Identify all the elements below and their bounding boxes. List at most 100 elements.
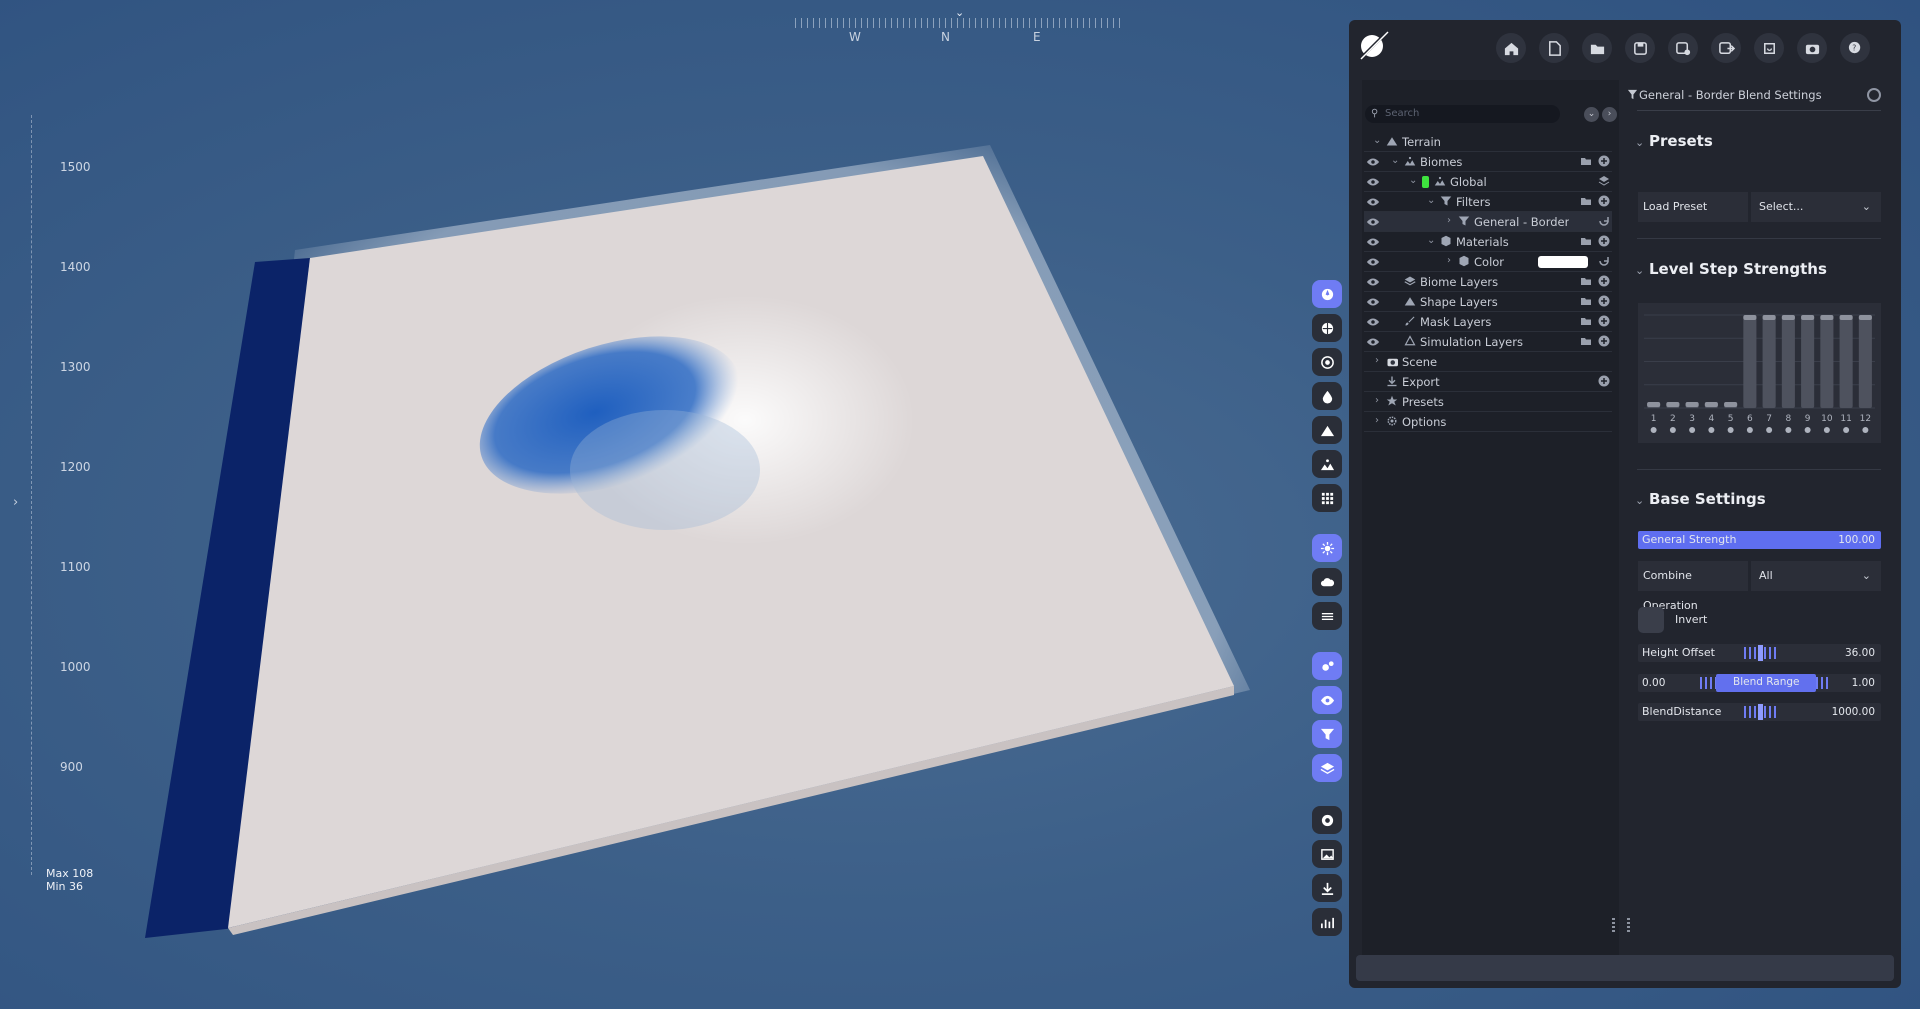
preset-select[interactable]: Select... ⌄	[1751, 192, 1881, 222]
collapse-all-icon[interactable]: ⌄	[1584, 107, 1599, 122]
slider-thumb[interactable]	[1758, 704, 1763, 720]
add-icon[interactable]	[1598, 315, 1610, 327]
level-step-chart[interactable]: 1 2 3 4 5 6 7 8 9 10 11 12	[1638, 303, 1881, 443]
add-icon[interactable]	[1598, 375, 1610, 387]
chevron-right-icon[interactable]: ›	[1447, 215, 1451, 226]
tree-item-shape-layers[interactable]: Shape Layers	[1364, 292, 1612, 312]
open-folder-button[interactable]	[1582, 33, 1612, 63]
tree-item-biomes[interactable]: ⌄ Biomes	[1364, 152, 1612, 172]
refresh-button[interactable]	[1754, 33, 1784, 63]
chart-bar-cap-1[interactable]	[1647, 402, 1661, 407]
tree-item-options[interactable]: › Options	[1364, 412, 1612, 432]
visibility-eye-icon[interactable]	[1366, 276, 1380, 288]
compass-tool-button[interactable]	[1312, 280, 1342, 308]
visibility-eye-icon[interactable]	[1366, 236, 1380, 248]
chart-bar-cap-2[interactable]	[1666, 402, 1680, 407]
visibility-eye-icon[interactable]	[1366, 336, 1380, 348]
image-tool-button[interactable]	[1312, 840, 1342, 868]
chart-bar-cap-7[interactable]	[1762, 315, 1776, 320]
tree-item-simulation-layers[interactable]: Simulation Layers	[1364, 332, 1612, 352]
chevron-down-icon[interactable]: ⌄	[1427, 235, 1435, 246]
chevron-down-icon[interactable]: ⌄	[1373, 135, 1381, 146]
chart-bar-step-12[interactable]	[1858, 315, 1872, 408]
layers-icon[interactable]	[1598, 175, 1610, 187]
gears-tool-button[interactable]	[1312, 652, 1342, 680]
color-swatch[interactable]	[1538, 256, 1588, 268]
grid-tool-button[interactable]	[1312, 484, 1342, 512]
chevron-right-icon[interactable]: ›	[1375, 395, 1379, 406]
visibility-eye-icon[interactable]	[1366, 256, 1380, 268]
folder-icon[interactable]	[1580, 155, 1592, 167]
chevron-right-icon[interactable]: ›	[1375, 355, 1379, 366]
chart-bar-cap-11[interactable]	[1839, 315, 1853, 320]
stats-tool-button[interactable]	[1312, 908, 1342, 936]
chart-bar-step-6[interactable]	[1743, 315, 1757, 408]
visibility-eye-icon[interactable]	[1366, 156, 1380, 168]
tree-item-presets[interactable]: › Presets	[1364, 392, 1612, 412]
camera-button[interactable]	[1797, 33, 1827, 63]
chevron-down-icon[interactable]: ⌄	[1635, 136, 1644, 149]
chart-bar-step-8[interactable]	[1781, 315, 1795, 408]
folder-icon[interactable]	[1580, 295, 1592, 307]
blend-range-slider[interactable]: 0.00 Blend Range 1.00	[1638, 674, 1881, 692]
eye-tool-button[interactable]	[1312, 686, 1342, 714]
tree-item-filters[interactable]: ⌄ Filters	[1364, 192, 1612, 212]
add-icon[interactable]	[1598, 295, 1610, 307]
landscape-tool-button[interactable]	[1312, 450, 1342, 478]
add-icon[interactable]	[1598, 335, 1610, 347]
slider-thumb[interactable]	[1758, 645, 1763, 661]
add-icon[interactable]	[1598, 275, 1610, 287]
filter-tool-button[interactable]	[1312, 720, 1342, 748]
settings-gear-icon[interactable]	[1867, 88, 1881, 102]
resize-grip-icon[interactable]	[1612, 918, 1615, 932]
folder-icon[interactable]	[1580, 315, 1592, 327]
visibility-eye-icon[interactable]	[1366, 216, 1380, 228]
resize-grip-icon[interactable]	[1627, 918, 1630, 932]
tree-item-biome-layers[interactable]: Biome Layers	[1364, 272, 1612, 292]
tree-item-scene[interactable]: › Scene	[1364, 352, 1612, 372]
chart-bar-step-9[interactable]	[1801, 315, 1815, 408]
chart-bar-cap-6[interactable]	[1743, 315, 1757, 320]
chart-bar-cap-8[interactable]	[1781, 315, 1795, 320]
blend-distance-slider[interactable]: BlendDistance 1000.00	[1638, 703, 1881, 721]
tree-item-materials[interactable]: ⌄ Materials	[1364, 232, 1612, 252]
chart-bar-cap-9[interactable]	[1801, 315, 1815, 320]
left-panel-expand-icon[interactable]: ›	[13, 495, 18, 510]
chart-bar-step-7[interactable]	[1762, 315, 1776, 408]
home-button[interactable]	[1496, 33, 1526, 63]
refresh-icon[interactable]	[1598, 255, 1610, 267]
add-icon[interactable]	[1598, 195, 1610, 207]
save-button[interactable]	[1625, 33, 1655, 63]
folder-icon[interactable]	[1580, 335, 1592, 347]
expand-all-icon[interactable]: ›	[1602, 107, 1617, 122]
tree-item-color[interactable]: › Color	[1364, 252, 1612, 272]
wind-tool-button[interactable]	[1312, 602, 1342, 630]
chart-bar-step-11[interactable]	[1839, 315, 1853, 408]
base-settings-section-title[interactable]: Base Settings	[1649, 490, 1766, 508]
cloud-tool-button[interactable]	[1312, 568, 1342, 596]
chevron-down-icon[interactable]: ⌄	[1635, 264, 1644, 277]
chevron-down-icon[interactable]: ⌄	[1427, 195, 1435, 206]
general-strength-slider[interactable]: General Strength 100.00	[1638, 531, 1881, 549]
chevron-down-icon[interactable]: ⌄	[1409, 175, 1417, 186]
tree-item-general-border-blend[interactable]: › General - Border Blend	[1364, 212, 1612, 232]
status-bar[interactable]	[1356, 955, 1894, 981]
combine-operation-select[interactable]: All ⌄	[1751, 561, 1881, 591]
chart-bar-cap-10[interactable]	[1820, 315, 1834, 320]
visibility-eye-icon[interactable]	[1366, 296, 1380, 308]
refresh-icon[interactable]	[1598, 215, 1610, 227]
mountain-tool-button[interactable]	[1312, 416, 1342, 444]
folder-icon[interactable]	[1580, 195, 1592, 207]
record-tool-button[interactable]	[1312, 806, 1342, 834]
chart-bar-cap-12[interactable]	[1858, 315, 1872, 320]
globe-tool-button[interactable]	[1312, 314, 1342, 342]
chart-bar-cap-5[interactable]	[1724, 402, 1738, 407]
layers-tool-button[interactable]	[1312, 754, 1342, 782]
new-file-button[interactable]	[1539, 33, 1569, 63]
level-steps-section-title[interactable]: Level Step Strengths	[1649, 260, 1827, 278]
tree-search-input[interactable]: ⚲ Search	[1365, 105, 1560, 123]
height-offset-slider[interactable]: Height Offset 36.00	[1638, 644, 1881, 662]
target-tool-button[interactable]	[1312, 348, 1342, 376]
invert-checkbox[interactable]	[1638, 607, 1664, 633]
visibility-eye-icon[interactable]	[1366, 176, 1380, 188]
